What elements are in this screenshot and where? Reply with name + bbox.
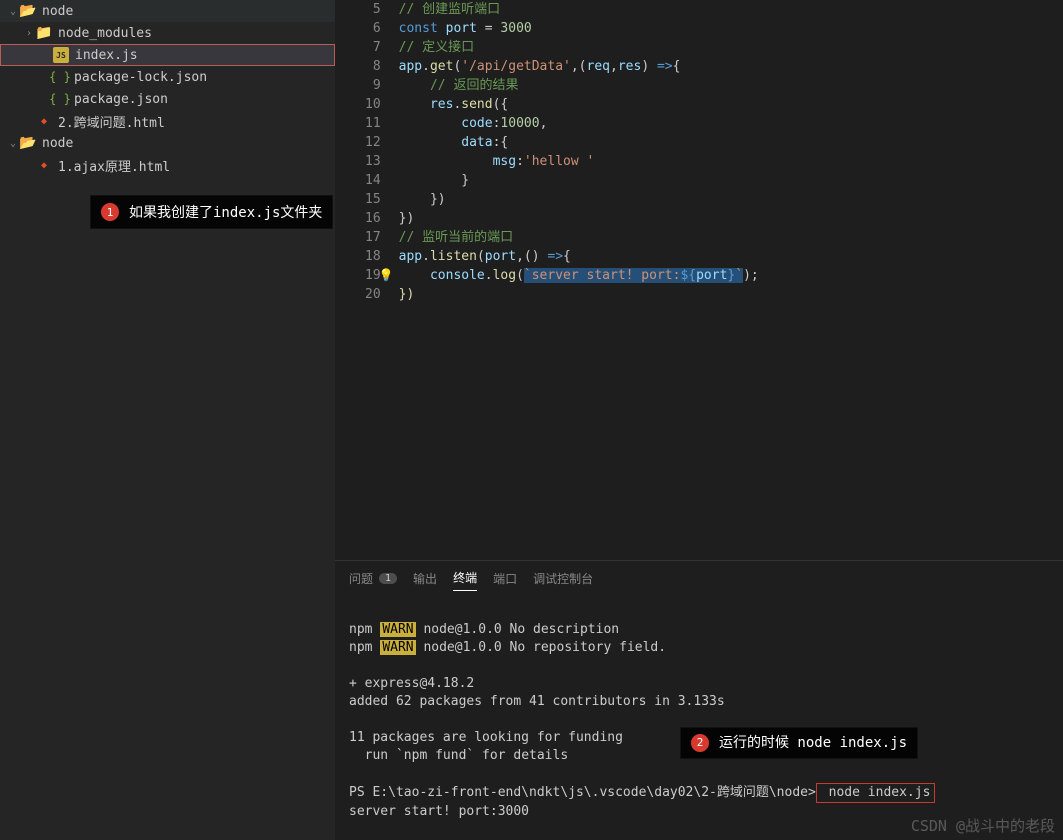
bottom-panel: 问题 1 输出终端端口调试控制台 npm WARN node@1.0.0 No de… [335, 560, 1063, 840]
chevron-down-icon: ⌄ [6, 138, 20, 149]
line-number: 17 [365, 228, 381, 247]
panel-tab-调试控制台[interactable]: 调试控制台 [533, 569, 593, 591]
line-number: 8 [365, 57, 381, 76]
annotation-2: 2 运行的时候 node index.js [680, 727, 918, 759]
folder-lib-icon: 📁 [36, 25, 52, 41]
annotation-1: 1 如果我创建了index.js文件夹 [90, 195, 333, 229]
terminal-line: server start! port:3000 [349, 804, 529, 819]
code-line[interactable]: 💡 console.log(`server start! port:${port… [399, 266, 759, 285]
badge: 1 [379, 573, 397, 584]
code-line[interactable]: msg:'hellow ' [399, 152, 759, 171]
line-number: 10 [365, 95, 381, 114]
tree-label: node [42, 136, 73, 151]
file-explorer: ⌄📂node›📁node_modulesJSindex.js{ }package… [0, 0, 335, 840]
line-number: 7 [365, 38, 381, 57]
terminal-line: npm WARN node@1.0.0 No description [349, 622, 619, 637]
tree-item-index.js[interactable]: JS index.js [0, 44, 335, 66]
panel-tab-label: 终端 [453, 569, 477, 586]
code-line[interactable]: // 返回的结果 [399, 76, 759, 95]
lightbulb-icon[interactable]: 💡 [379, 266, 394, 285]
tree-item-package.json[interactable]: { } package.json [0, 88, 335, 110]
code-line[interactable]: // 创建监听端口 [399, 0, 759, 19]
json-icon: { } [52, 91, 68, 107]
chevron-down-icon: ⌄ [6, 6, 20, 17]
tree-item-2.跨域问题.html[interactable]: ◆ 2.跨域问题.html [0, 110, 335, 132]
line-number: 11 [365, 114, 381, 133]
tree-item-node_modules[interactable]: ›📁 node_modules [0, 22, 335, 44]
line-number: 14 [365, 171, 381, 190]
line-number: 9 [365, 76, 381, 95]
code-line[interactable]: app.get('/api/getData',(req,res) =>{ [399, 57, 759, 76]
tree-label: 1.ajax原理.html [58, 156, 170, 175]
watermark: CSDN @战斗中的老段 [911, 815, 1055, 836]
panel-tab-输出[interactable]: 输出 [413, 569, 437, 591]
json-icon: { } [52, 69, 68, 85]
line-number: 20 [365, 285, 381, 304]
html-icon: ◆ [36, 113, 52, 129]
tree-label: 2.跨域问题.html [58, 112, 165, 131]
code-line[interactable]: // 监听当前的端口 [399, 228, 759, 247]
tree-label: node [42, 4, 73, 19]
terminal-command: node index.js [816, 783, 936, 803]
panel-tab-label: 端口 [493, 570, 517, 587]
line-number: 15 [365, 190, 381, 209]
tree-item-package-lock.json[interactable]: { } package-lock.json [0, 66, 335, 88]
code-line[interactable]: res.send({ [399, 95, 759, 114]
code-line[interactable]: code:10000, [399, 114, 759, 133]
annotation-badge: 1 [101, 203, 119, 221]
code-line[interactable]: app.listen(port,() =>{ [399, 247, 759, 266]
terminal-prompt: PS E:\tao-zi-front-end\ndkt\js\.vscode\d… [349, 785, 816, 800]
terminal-output[interactable]: npm WARN node@1.0.0 No description npm W… [335, 599, 1063, 840]
tree-label: index.js [75, 48, 138, 63]
panel-tab-label: 输出 [413, 570, 437, 587]
tree-label: package.json [74, 92, 168, 107]
code-editor[interactable]: 567891011121314151617181920 // 创建监听端口con… [335, 0, 1063, 560]
panel-tab-问题[interactable]: 问题 1 [349, 569, 397, 591]
html-icon: ◆ [36, 157, 52, 173]
terminal-line: 11 packages are looking for funding run … [349, 730, 623, 763]
code-line[interactable]: const port = 3000 [399, 19, 759, 38]
annotation-badge: 2 [691, 734, 709, 752]
code-line[interactable]: // 定义接口 [399, 38, 759, 57]
panel-tab-label: 调试控制台 [533, 570, 593, 587]
chevron-right-icon: › [22, 28, 36, 39]
code-line[interactable]: }) [399, 285, 759, 304]
panel-tab-终端[interactable]: 终端 [453, 569, 477, 591]
code-line[interactable]: }) [399, 209, 759, 228]
js-icon: JS [53, 47, 69, 63]
tree-label: package-lock.json [74, 70, 207, 85]
line-number: 18 [365, 247, 381, 266]
line-number: 16 [365, 209, 381, 228]
annotation-text: 运行的时候 node index.js [719, 734, 907, 752]
line-number: 13 [365, 152, 381, 171]
folder-icon: 📂 [20, 3, 36, 19]
code-area[interactable]: // 创建监听端口const port = 3000// 定义接口app.get… [399, 0, 759, 560]
tree-item-node[interactable]: ⌄📂 node [0, 132, 335, 154]
panel-tab-端口[interactable]: 端口 [493, 569, 517, 591]
panel-tabs: 问题 1 输出终端端口调试控制台 [335, 561, 1063, 599]
line-number: 5 [365, 0, 381, 19]
tree-item-1.ajax原理.html[interactable]: ◆ 1.ajax原理.html [0, 154, 335, 176]
code-line[interactable]: data:{ [399, 133, 759, 152]
terminal-line: + express@4.18.2 added 62 packages from … [349, 676, 725, 709]
tree-item-node[interactable]: ⌄📂 node [0, 0, 335, 22]
code-line[interactable]: } [399, 171, 759, 190]
folder-icon: 📂 [20, 135, 36, 151]
line-number: 12 [365, 133, 381, 152]
line-number: 6 [365, 19, 381, 38]
terminal-line: npm WARN node@1.0.0 No repository field. [349, 640, 666, 655]
panel-tab-label: 问题 [349, 570, 373, 587]
annotation-text: 如果我创建了index.js文件夹 [129, 202, 322, 222]
tree-label: node_modules [58, 26, 152, 41]
code-line[interactable]: }) [399, 190, 759, 209]
